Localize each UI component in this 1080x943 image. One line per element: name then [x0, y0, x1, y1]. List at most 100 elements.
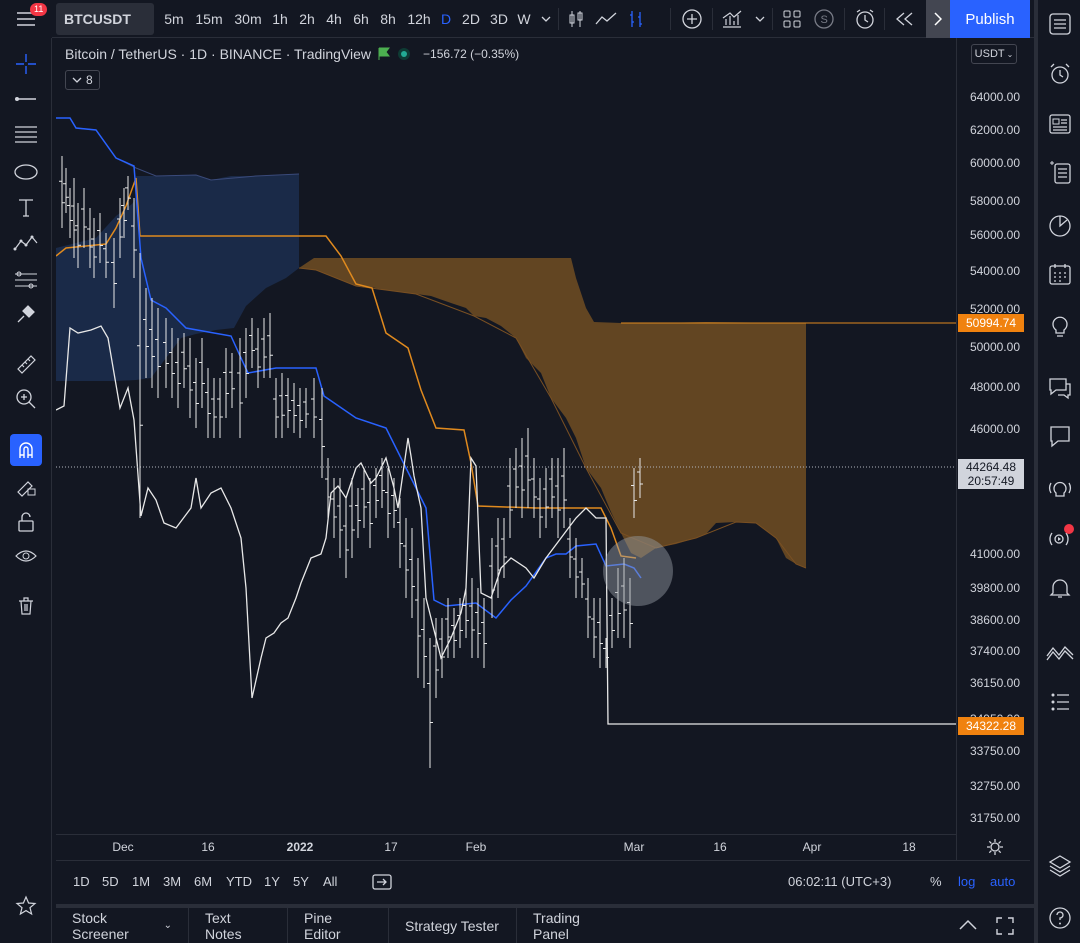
- data-window-icon[interactable]: [1044, 156, 1076, 188]
- range-3m[interactable]: 3M: [163, 874, 181, 889]
- hotlist-icon[interactable]: [1044, 210, 1076, 242]
- range-1y[interactable]: 1Y: [264, 874, 280, 889]
- top-toolbar: BTCUSDT 5m 15m 30m 1h 2h 4h 6h 8h 12h D …: [0, 0, 1034, 38]
- bell-icon[interactable]: [1044, 572, 1076, 604]
- ruler-icon[interactable]: [10, 348, 42, 380]
- bars-chart-icon[interactable]: [624, 0, 648, 38]
- shapes-icon[interactable]: [10, 156, 42, 188]
- layers-icon[interactable]: [1044, 850, 1076, 882]
- price-axis[interactable]: USDT ⌄ 64000.00 62000.00 60000.00 58000.00 5…: [956, 38, 1030, 860]
- trendline-icon[interactable]: [10, 83, 42, 115]
- log-toggle[interactable]: log: [958, 874, 975, 889]
- indicators-toggle[interactable]: 8: [65, 70, 100, 90]
- crosshair-icon[interactable]: [10, 48, 42, 80]
- line-chart-icon[interactable]: [592, 0, 620, 38]
- live-icon[interactable]: [1044, 522, 1076, 554]
- range-ytd[interactable]: YTD: [226, 874, 252, 889]
- tab-pine-editor[interactable]: Pine Editor: [288, 908, 389, 943]
- tab-strategy-tester[interactable]: Strategy Tester: [389, 908, 517, 943]
- interval-30m[interactable]: 30m: [230, 0, 266, 38]
- range-6m[interactable]: 6M: [194, 874, 212, 889]
- symbol-title[interactable]: Bitcoin / TetherUS · 1D · BINANCE · Trad…: [65, 46, 371, 62]
- chevron-up-icon[interactable]: [958, 918, 978, 934]
- ohlc-bar: [495, 518, 501, 598]
- alert-icon[interactable]: [850, 0, 880, 38]
- interval-6h[interactable]: 6h: [350, 0, 372, 38]
- magnet-icon[interactable]: [10, 434, 42, 466]
- calendar-icon[interactable]: [1044, 258, 1076, 290]
- flag-icon[interactable]: [377, 47, 391, 61]
- time-label: Dec: [112, 840, 134, 854]
- ideas-icon[interactable]: [1044, 310, 1076, 342]
- price-label: 41000.00: [969, 547, 1020, 561]
- interval-2h[interactable]: 2h: [296, 0, 318, 38]
- right-sidebar: [1034, 0, 1080, 943]
- publish-button[interactable]: Publish: [950, 0, 1030, 38]
- interval-8h[interactable]: 8h: [377, 0, 399, 38]
- clock-label[interactable]: 06:02:11 (UTC+3): [788, 874, 891, 889]
- chevron-down-icon[interactable]: [538, 0, 554, 38]
- maximize-icon[interactable]: [996, 917, 1014, 935]
- currency-selector[interactable]: USDT ⌄: [971, 44, 1017, 64]
- chevron-down-icon: [72, 77, 82, 83]
- main-menu-button[interactable]: 11: [0, 0, 52, 38]
- star-icon[interactable]: [10, 890, 42, 922]
- replay-icon[interactable]: [890, 0, 920, 38]
- percent-toggle[interactable]: %: [930, 874, 942, 889]
- range-5d[interactable]: 5D: [102, 874, 119, 889]
- help-icon[interactable]: [1044, 902, 1076, 934]
- interval-4h[interactable]: 4h: [323, 0, 345, 38]
- range-1d[interactable]: 1D: [73, 874, 90, 889]
- interval-3d[interactable]: 3D: [487, 0, 511, 38]
- price-chart[interactable]: [56, 38, 956, 834]
- ohlc-bar: [409, 528, 415, 618]
- interval-1d[interactable]: D: [438, 0, 454, 38]
- goto-date-icon[interactable]: [372, 873, 392, 891]
- brush-icon[interactable]: [10, 298, 42, 330]
- zoom-icon[interactable]: [10, 383, 42, 415]
- interval-2d[interactable]: 2D: [459, 0, 483, 38]
- add-indicator-icon[interactable]: [678, 0, 706, 38]
- prediction-icon[interactable]: [10, 264, 42, 296]
- alarm-icon[interactable]: [1044, 58, 1076, 90]
- eye-icon[interactable]: [10, 540, 42, 572]
- symbol-search[interactable]: BTCUSDT: [56, 3, 154, 35]
- chevron-down-icon[interactable]: [752, 0, 768, 38]
- tab-text-notes[interactable]: Text Notes: [189, 908, 288, 943]
- tab-trading-panel[interactable]: Trading Panel: [517, 908, 635, 943]
- watchlist-icon[interactable]: [1044, 8, 1076, 40]
- text-icon[interactable]: [10, 192, 42, 224]
- interval-1h[interactable]: 1h: [270, 0, 290, 38]
- symbol-compare-icon[interactable]: S: [810, 0, 838, 38]
- interval-1w[interactable]: W: [515, 0, 533, 38]
- price-label: 50000.00: [969, 340, 1020, 354]
- chevron-right-icon[interactable]: [926, 0, 950, 38]
- interval-12h[interactable]: 12h: [404, 0, 434, 38]
- chat-icon[interactable]: [1044, 372, 1076, 404]
- news-icon[interactable]: [1044, 108, 1076, 140]
- streams-icon[interactable]: [1044, 472, 1076, 504]
- candles-icon[interactable]: [564, 0, 588, 38]
- trash-icon[interactable]: [10, 590, 42, 622]
- interval-5m[interactable]: 5m: [160, 0, 188, 38]
- dots-icon[interactable]: [1044, 686, 1076, 718]
- ohlc-bar: [311, 378, 317, 438]
- range-1m[interactable]: 1M: [132, 874, 150, 889]
- pattern-icon[interactable]: [10, 226, 42, 258]
- indicator-count: 8: [86, 73, 93, 87]
- indicators-icon[interactable]: [718, 0, 746, 38]
- pulse-icon[interactable]: [1044, 636, 1076, 668]
- tab-stock-screener[interactable]: Stock Screener ⌄: [56, 908, 189, 943]
- chats-icon[interactable]: [1044, 420, 1076, 452]
- lock-drawing-icon[interactable]: [10, 470, 42, 502]
- chart-settings-icon[interactable]: [986, 838, 1004, 856]
- layout-icon[interactable]: [778, 0, 806, 38]
- fib-icon[interactable]: [10, 118, 42, 150]
- lock-icon[interactable]: [10, 506, 42, 538]
- range-5y[interactable]: 5Y: [293, 874, 309, 889]
- interval-15m[interactable]: 15m: [192, 0, 226, 38]
- range-all[interactable]: All: [323, 874, 337, 889]
- time-axis[interactable]: Dec 16 2022 17 Feb Mar 16 Apr 18: [56, 834, 956, 860]
- price-label: 36150.00: [969, 676, 1020, 690]
- auto-toggle[interactable]: auto: [990, 874, 1015, 889]
